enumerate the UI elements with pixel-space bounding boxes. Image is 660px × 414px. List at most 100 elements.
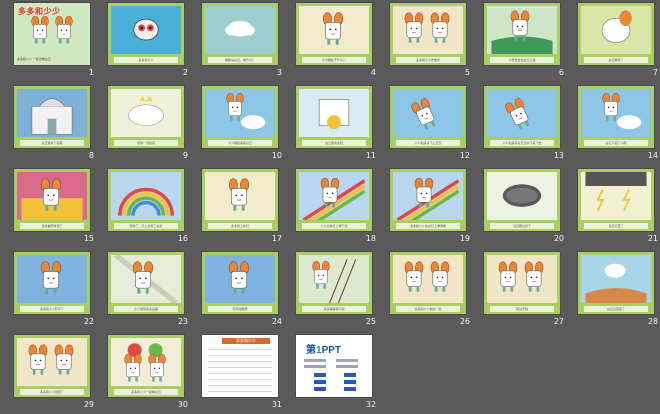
slide-cell: 看那朵白云，像什么？ 3 [196,0,290,82]
slide-caption: 多多撑着梯子爬 [302,306,366,312]
slide-thumbnail-27[interactable]: 雨过天晴 [483,251,561,315]
slide-thumbnail-16[interactable]: 雨停了，天上出现了彩虹 [107,168,185,232]
slide-caption: 多多和少少 [114,57,178,63]
slide-caption: 白云飘走了 [584,57,648,63]
slide-cell: 少少和多多在天空中飞来飞去 13 [478,83,572,165]
slide-thumbnail-20[interactable]: 乌云飘过来了 [483,168,561,232]
slide-illustration [487,6,557,54]
slide-illustration [393,89,463,137]
slide-thumbnail-15[interactable]: 多多被雨淋湿了 [13,168,91,232]
slide-illustration [111,255,181,303]
slide-thumbnail-4[interactable]: 小方糖在干什么？ [295,2,373,66]
slide-caption: 少少躲到多多后面 [114,306,178,312]
slide-thumbnail-26[interactable]: 多多和少少抱在一起 [389,251,467,315]
slide-cell: 多多和少少去散步 5 [384,0,478,82]
slide-thumbnail-12[interactable]: 少少和多多飞上天空 [389,85,467,149]
slide-thumbnail-28[interactable]: 白云又回来了 [577,251,655,315]
slide-cell: 白云变成了宫殿 8 [8,83,102,165]
mouse-figure-icon [430,12,450,43]
slide-illustration [205,89,275,137]
mouse-figure-icon [31,15,49,44]
slide-illustration [487,255,557,303]
slide-thumbnail-25[interactable]: 多多撑着梯子爬 [295,251,373,315]
slide-thumbnail-5[interactable]: 多多和少少去散步 [389,2,467,66]
slide-cell: 多多和少少 2 [102,0,196,82]
slide-cell: 乌云飘过来了 20 [478,166,572,248]
slide-illustration [17,172,87,220]
mouse-figure-icon [55,15,73,44]
slide-thumbnail-9[interactable]: 变成一顶皇冠 [107,85,185,149]
slide-caption: 多多和少少回家了 [20,389,84,395]
slide-number: 31 [271,400,282,409]
slide-cell: 多多和少少回家了 29 [8,332,102,414]
slide-thumbnail-24[interactable]: 雷声轰隆隆 [201,251,279,315]
slide-caption: 多多爬上彩虹 [208,223,272,229]
slide-thumbnail-14[interactable]: 白云下起了小雨 [577,85,655,149]
slide-caption: 变成一顶皇冠 [114,140,178,146]
slide-number: 26 [459,317,470,326]
slide-number: 11 [365,151,376,160]
mouse-figure-icon [322,12,344,45]
slide-thumbnail-13[interactable]: 少少和多多在天空中飞来飞去 [483,85,561,149]
mouse-figure-icon [28,344,48,375]
slide-cell: 白云下起了小雨 14 [572,83,660,165]
mouse-figure-icon [132,261,154,294]
slide-number: 3 [276,68,282,77]
slide-thumbnail-21[interactable]: 乌云打雷了 [577,168,655,232]
slide-thumbnail-10[interactable]: 少少跳起来抓白云 [201,85,279,149]
slide-caption: 雨过天晴 [490,306,554,312]
slide-thumbnail-30[interactable]: 多多和少少一起看白云 [107,334,185,398]
slide-number: 32 [365,400,376,409]
slide-thumbnail-29[interactable]: 多多和少少回家了 [13,334,91,398]
slide-illustration [111,172,181,220]
slide-thumbnail-11[interactable]: 白云变成太阳 [295,85,373,149]
slide-caption: 多多和少少在彩虹上滑滑梯 [396,223,460,229]
slide-illustration [205,6,275,54]
slide-cell: 多多和少少在彩虹上滑滑梯 19 [384,166,478,248]
cover-subtitle: 多多和少少 一起去看白云 [17,57,51,61]
slide-caption: 少少和多多在天空中飞来飞去 [490,140,554,146]
slide-cell: 多多被雨淋湿了 15 [8,166,102,248]
slide-thumbnail-22[interactable]: 多多和少少吓坏了 [13,251,91,315]
slide-number: 25 [365,317,376,326]
slide-thumbnail-18[interactable]: 少少从彩虹上滑下来 [295,168,373,232]
slide-number: 28 [647,317,658,326]
slide-cell: 乌云打雷了 21 [572,166,660,248]
ppt-logo: 第1PPT [306,345,342,356]
slide-illustration [581,172,651,220]
slide-caption: 多多被雨淋湿了 [20,223,84,229]
slide-thumbnail-8[interactable]: 白云变成了宫殿 [13,85,91,149]
slide-number: 1 [88,68,94,77]
slide-thumbnail-31[interactable]: 多多和少少 [201,334,279,398]
slide-thumbnail-3[interactable]: 看那朵白云，像什么？ [201,2,279,66]
slide-illustration [581,89,651,137]
sheet-banner: 多多和少少 [222,338,270,344]
slide-illustration [393,6,463,54]
slide-thumbnail-7[interactable]: 白云飘走了 [577,2,655,66]
slide-thumbnail-2[interactable]: 多多和少少 [107,2,185,66]
slide-thumbnail-32[interactable]: 第1PPT [295,334,373,398]
slide-illustration [205,255,275,303]
slide-caption: 乌云打雷了 [584,223,648,229]
slide-number: 27 [553,317,564,326]
slide-illustration [393,172,463,220]
slide-thumbnail-23[interactable]: 少少躲到多多后面 [107,251,185,315]
slide-caption: 雨停了，天上出现了彩虹 [114,223,178,229]
slide-cell: 少少和多多飞上天空 12 [384,83,478,165]
slide-caption: 多多和少少抱在一起 [396,306,460,312]
slide-thumbnail-6[interactable]: 小老鼠坐在白云上面 [483,2,561,66]
slide-thumbnail-1[interactable]: 多多和少少 多多和少少 一起去看白云 [13,2,91,66]
slide-thumbnail-17[interactable]: 多多爬上彩虹 [201,168,279,232]
mouse-figure-icon [148,353,166,382]
mouse-figure-icon [430,261,450,292]
slide-cell: 少少跳起来抓白云 10 [196,83,290,165]
slide-illustration [111,338,181,386]
slide-illustration [581,6,651,54]
mouse-figure-icon [54,344,74,375]
slide-number: 15 [83,234,94,243]
slide-illustration [393,255,463,303]
slide-caption: 多多和少少一起看白云 [114,389,178,395]
slide-thumbnail-19[interactable]: 多多和少少在彩虹上滑滑梯 [389,168,467,232]
slide-illustration [17,338,87,386]
slide-illustration [299,172,369,220]
